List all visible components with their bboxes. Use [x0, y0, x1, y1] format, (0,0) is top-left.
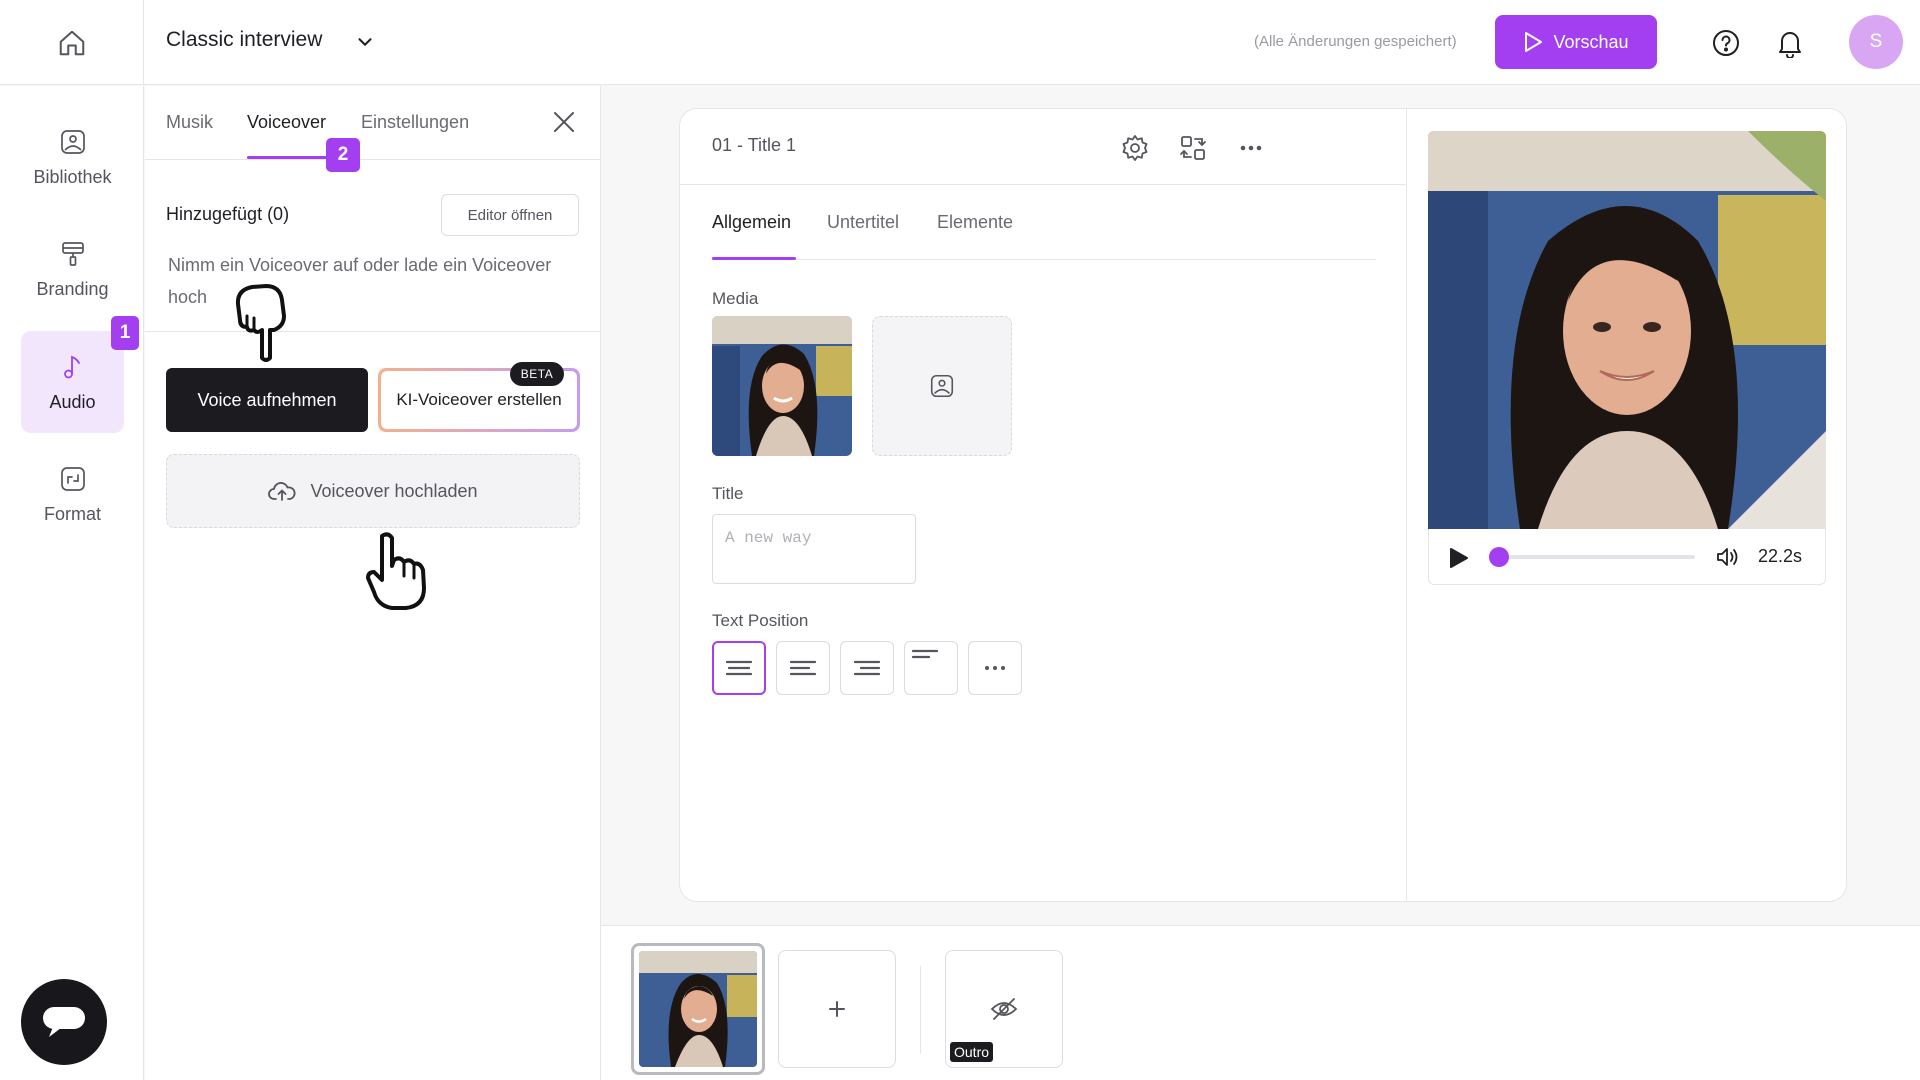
video-duration: 22.2s	[1758, 546, 1803, 566]
bell-icon[interactable]	[1776, 28, 1804, 58]
media-thumbnail[interactable]	[712, 316, 852, 456]
step-badge: 2	[326, 138, 360, 172]
paint-roller-icon	[61, 241, 84, 266]
tab-untertitel[interactable]: Untertitel	[827, 212, 899, 233]
save-status: (Alle Änderungen gespeichert)	[1254, 33, 1457, 50]
chat-button[interactable]	[21, 979, 107, 1065]
home-icon	[59, 30, 84, 55]
slide-timeline: Outro	[601, 925, 1920, 1080]
seek-handle[interactable]	[1489, 547, 1509, 567]
beta-badge: BETA	[510, 362, 564, 386]
text-position-top-left[interactable]	[904, 641, 958, 695]
chat-bubble-icon	[43, 1007, 85, 1037]
volume-icon[interactable]	[1715, 545, 1741, 569]
left-rail: Bibliothek Branding Audio 1 Format	[0, 86, 144, 1080]
title-input[interactable]: A new way	[712, 514, 916, 584]
preview-button[interactable]: Vorschau	[1495, 15, 1657, 69]
project-title[interactable]: Classic interview	[166, 28, 322, 52]
video-controls: 22.2s	[1428, 529, 1826, 585]
align-right-icon	[853, 660, 881, 676]
eye-off-icon	[990, 998, 1018, 1020]
outro-badge: Outro	[950, 1042, 994, 1062]
align-center-icon	[725, 660, 753, 676]
resize-icon	[60, 466, 85, 491]
align-left-icon	[789, 660, 817, 676]
pointing-hand-icon	[235, 284, 286, 362]
library-image-icon	[60, 129, 85, 154]
close-icon[interactable]	[551, 109, 577, 135]
person-photo	[712, 316, 852, 456]
add-media-button[interactable]	[872, 316, 1012, 456]
tab-einstellungen[interactable]: Einstellungen	[361, 112, 469, 133]
rail-item-branding[interactable]: Branding	[21, 218, 124, 320]
person-video-frame	[1428, 131, 1826, 529]
divider	[680, 184, 1406, 185]
media-label: Media	[712, 289, 759, 308]
plus-icon	[829, 1001, 845, 1017]
divider	[920, 966, 921, 1054]
rail-item-label: Bibliothek	[33, 166, 112, 187]
text-position-center[interactable]	[712, 641, 766, 695]
image-icon	[930, 374, 954, 398]
tab-voiceover[interactable]: Voiceover	[247, 112, 326, 133]
cloud-upload-icon	[268, 482, 296, 501]
home-button[interactable]	[0, 0, 144, 85]
rail-item-label: Branding	[36, 278, 109, 299]
upload-voiceover-label: Voiceover hochladen	[310, 480, 478, 501]
text-position-left[interactable]	[776, 641, 830, 695]
panel-tabs: Musik Voiceover Einstellungen	[145, 86, 601, 160]
chevron-down-icon[interactable]	[354, 31, 376, 53]
avatar[interactable]: S	[1849, 15, 1903, 69]
align-top-left-icon	[911, 649, 939, 659]
text-position-right[interactable]	[840, 641, 894, 695]
gear-icon[interactable]	[1120, 133, 1150, 163]
more-icon	[985, 666, 1005, 670]
add-slide-button[interactable]	[778, 950, 896, 1068]
top-bar: Classic interview (Alle Änderungen gespe…	[0, 0, 1920, 85]
open-editor-button[interactable]: Editor öffnen	[441, 194, 579, 236]
swap-layout-icon[interactable]	[1178, 133, 1208, 163]
divider	[1406, 109, 1407, 901]
record-voice-button[interactable]: Voice aufnehmen	[166, 368, 368, 432]
rail-item-label: Audio	[49, 391, 96, 412]
person-thumbnail	[639, 951, 757, 1067]
tab-elemente[interactable]: Elemente	[937, 212, 1013, 233]
timeline-outro[interactable]: Outro	[945, 950, 1063, 1068]
text-position-label: Text Position	[712, 611, 809, 630]
more-icon[interactable]	[1236, 133, 1266, 163]
text-position-more[interactable]	[968, 641, 1022, 695]
tab-musik[interactable]: Musik	[166, 112, 213, 133]
divider	[712, 259, 1376, 260]
play-outline-icon	[1525, 32, 1543, 52]
title-label: Title	[712, 484, 744, 503]
tab-underline	[712, 257, 796, 260]
rail-item-bibliothek[interactable]: Bibliothek	[21, 106, 124, 208]
click-hand-icon	[366, 532, 426, 610]
added-count-label: Hinzugefügt (0)	[166, 204, 290, 224]
preview-button-label: Vorschau	[1553, 31, 1629, 52]
rail-item-audio[interactable]: Audio	[21, 331, 124, 433]
play-icon[interactable]	[1449, 547, 1469, 569]
slide-title: 01 - Title 1	[712, 135, 797, 155]
tab-allgemein[interactable]: Allgemein	[712, 212, 791, 233]
video-preview[interactable]	[1428, 131, 1826, 529]
upload-voiceover-button[interactable]: Voiceover hochladen	[166, 454, 580, 528]
tab-underline	[247, 156, 329, 159]
slide-editor: 01 - Title 1 Allgemein Untertitel Elemen…	[679, 108, 1847, 902]
music-note-icon	[63, 355, 80, 378]
rail-item-label: Format	[43, 503, 101, 524]
timeline-slide-1[interactable]	[631, 943, 765, 1075]
seek-bar[interactable]	[1499, 555, 1695, 559]
step-badge: 1	[111, 316, 139, 350]
help-icon[interactable]	[1712, 29, 1740, 57]
rail-item-format[interactable]: Format	[21, 443, 124, 545]
divider	[145, 331, 601, 332]
